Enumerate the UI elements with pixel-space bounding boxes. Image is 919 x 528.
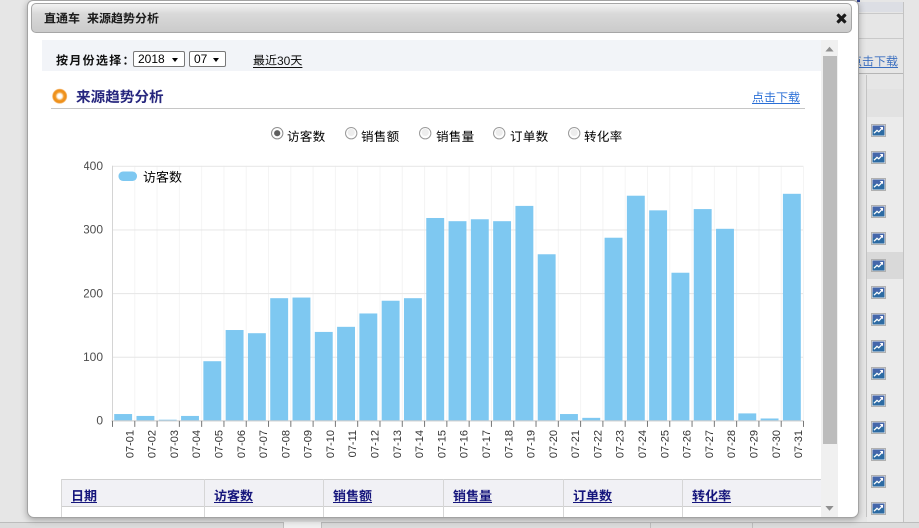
svg-text:07-10: 07-10 bbox=[325, 430, 337, 458]
svg-text:07-05: 07-05 bbox=[214, 430, 226, 458]
svg-text:07-17: 07-17 bbox=[481, 430, 493, 458]
svg-text:07-22: 07-22 bbox=[592, 430, 604, 458]
svg-text:07-25: 07-25 bbox=[659, 430, 671, 458]
svg-text:07-28: 07-28 bbox=[726, 430, 738, 458]
svg-text:07-27: 07-27 bbox=[704, 430, 716, 458]
svg-text:07-31: 07-31 bbox=[793, 430, 805, 458]
svg-text:07-11: 07-11 bbox=[347, 430, 359, 457]
svg-text:400: 400 bbox=[84, 159, 103, 173]
svg-text:07-12: 07-12 bbox=[370, 430, 382, 458]
svg-text:07-07: 07-07 bbox=[258, 430, 270, 458]
svg-text:07-23: 07-23 bbox=[615, 430, 627, 458]
svg-text:07-04: 07-04 bbox=[191, 430, 203, 458]
svg-text:07-26: 07-26 bbox=[682, 430, 694, 458]
svg-text:07-30: 07-30 bbox=[771, 430, 783, 458]
svg-text:200: 200 bbox=[84, 286, 103, 300]
svg-text:07-01: 07-01 bbox=[124, 430, 136, 458]
svg-text:100: 100 bbox=[84, 350, 103, 364]
svg-text:300: 300 bbox=[84, 223, 103, 237]
svg-text:07-20: 07-20 bbox=[548, 430, 560, 458]
svg-text:07-18: 07-18 bbox=[503, 430, 515, 458]
svg-text:07-06: 07-06 bbox=[236, 430, 248, 458]
svg-text:30: 30 bbox=[277, 54, 291, 68]
svg-text:07-15: 07-15 bbox=[436, 430, 448, 458]
svg-text:07-16: 07-16 bbox=[459, 430, 471, 458]
svg-text:07-03: 07-03 bbox=[169, 430, 181, 458]
svg-text:07-21: 07-21 bbox=[570, 430, 582, 458]
svg-text:0: 0 bbox=[96, 414, 103, 428]
svg-text:07-14: 07-14 bbox=[414, 430, 426, 458]
svg-text:07-19: 07-19 bbox=[526, 430, 538, 458]
svg-text:07-13: 07-13 bbox=[392, 430, 404, 458]
svg-text:07-02: 07-02 bbox=[147, 430, 159, 458]
svg-text:07-08: 07-08 bbox=[280, 430, 292, 458]
svg-text:07-24: 07-24 bbox=[637, 430, 649, 458]
svg-text:07-09: 07-09 bbox=[303, 430, 315, 458]
svg-text:07-29: 07-29 bbox=[749, 430, 761, 458]
